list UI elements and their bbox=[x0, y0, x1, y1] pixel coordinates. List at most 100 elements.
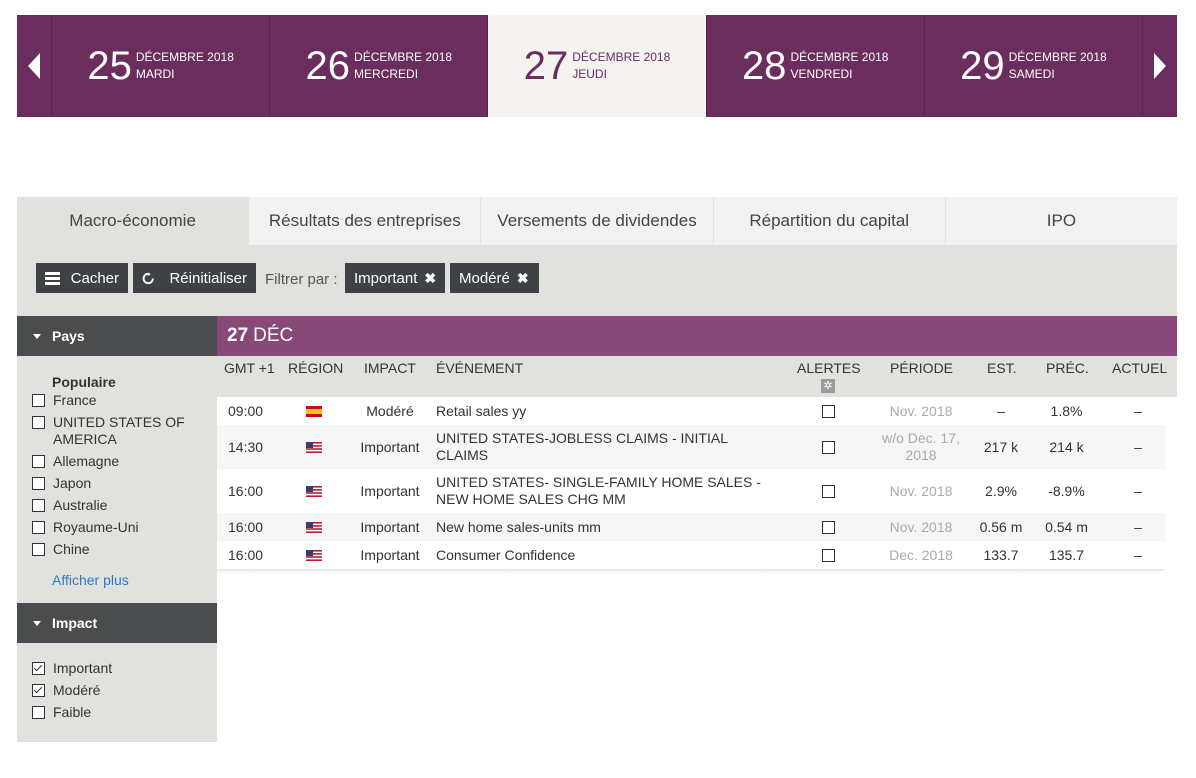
country-label: Japon bbox=[53, 475, 92, 491]
previous-dates-button[interactable] bbox=[17, 15, 52, 117]
date-month: DÉCEMBRE 2018 bbox=[572, 50, 671, 64]
checkbox[interactable] bbox=[32, 416, 45, 429]
us-flag-icon bbox=[306, 469, 322, 513]
country-label: France bbox=[53, 392, 97, 408]
column-header-actual: ACTUEL bbox=[1112, 360, 1168, 376]
date-cell-29[interactable]: 29 DÉCEMBRE 2018 SAMEDI bbox=[925, 15, 1142, 117]
event-estimate: 133.7 bbox=[983, 547, 1019, 563]
country-checkbox-japon[interactable]: Japon bbox=[17, 475, 217, 492]
hide-button[interactable]: Cacher bbox=[36, 263, 128, 293]
event-impact: Modéré bbox=[366, 403, 414, 419]
impact-checkbox-faible[interactable]: Faible bbox=[17, 704, 217, 721]
impact-checkbox-modere[interactable]: Modéré bbox=[17, 682, 217, 699]
table-row[interactable]: 14:30 Important UNITED STATES-JOBLESS CL… bbox=[217, 425, 1165, 469]
date-cell-25[interactable]: 25 DÉCEMBRE 2018 MARDI bbox=[52, 15, 271, 117]
refresh-icon bbox=[142, 271, 154, 284]
day-header: 27 DÉC bbox=[217, 316, 1177, 356]
category-tabs: Macro-économie Résultats des entreprises… bbox=[17, 197, 1177, 245]
date-cell-28[interactable]: 28 DÉCEMBRE 2018 VENDREDI bbox=[707, 15, 925, 117]
alert-checkbox[interactable] bbox=[822, 425, 835, 469]
event-period: Nov. 2018 bbox=[889, 519, 953, 535]
checkbox[interactable] bbox=[32, 477, 45, 490]
checkbox[interactable] bbox=[32, 394, 45, 407]
event-name: UNITED STATES- SINGLE-FAMILY HOME SALES … bbox=[436, 474, 761, 507]
day-month: DÉC bbox=[253, 325, 294, 346]
column-header-time: GMT +1 bbox=[224, 360, 275, 376]
country-section-header[interactable]: Pays bbox=[17, 316, 217, 356]
checkbox[interactable] bbox=[32, 684, 45, 697]
event-previous: -8.9% bbox=[1048, 483, 1085, 499]
hide-button-label: Cacher bbox=[70, 269, 119, 287]
table-row[interactable]: 09:00 Modéré Retail sales yy Nov. 2018 –… bbox=[217, 397, 1165, 425]
table-row[interactable]: 16:00 Important UNITED STATES- SINGLE-FA… bbox=[217, 469, 1165, 513]
column-header-period: PÉRIODE bbox=[890, 360, 954, 376]
checkbox[interactable] bbox=[32, 706, 45, 719]
close-icon[interactable]: ✖ bbox=[424, 270, 436, 287]
date-month: DÉCEMBRE 2018 bbox=[135, 50, 234, 64]
column-header-alerts: ALERTES ✲ bbox=[797, 360, 861, 393]
country-checkbox-royaume-uni[interactable]: Royaume-Uni bbox=[17, 519, 217, 536]
event-estimate: 2.9% bbox=[985, 483, 1017, 499]
next-dates-button[interactable] bbox=[1142, 15, 1177, 117]
arrow-right-icon bbox=[1154, 53, 1167, 79]
spain-flag-icon bbox=[306, 397, 322, 425]
day-number: 27 bbox=[227, 325, 249, 346]
impact-checkbox-important[interactable]: Important bbox=[17, 660, 217, 677]
country-checkbox-france[interactable]: France bbox=[17, 392, 217, 409]
event-actual: – bbox=[1134, 547, 1142, 563]
event-estimate: 0.56 m bbox=[979, 519, 1023, 535]
tab-resultats-entreprises[interactable]: Résultats des entreprises bbox=[249, 197, 482, 245]
event-time: 09:00 bbox=[228, 403, 264, 419]
event-period: Nov. 2018 bbox=[889, 403, 953, 419]
date-day: 25 bbox=[87, 44, 132, 88]
date-weekday: SAMEDI bbox=[1008, 67, 1055, 81]
event-time: 14:30 bbox=[228, 439, 264, 455]
close-icon[interactable]: ✖ bbox=[517, 270, 529, 287]
event-previous: 1.8% bbox=[1050, 403, 1083, 419]
tab-versements-dividendes[interactable]: Versements de dividendes bbox=[481, 197, 714, 245]
event-name: New home sales-units mm bbox=[436, 519, 601, 535]
column-header-event: ÉVÉNEMENT bbox=[436, 360, 524, 376]
tab-ipo[interactable]: IPO bbox=[946, 197, 1177, 245]
chip-label: Modéré bbox=[459, 269, 510, 287]
alert-checkbox[interactable] bbox=[822, 469, 835, 513]
date-day: 27 bbox=[523, 44, 569, 88]
filter-chip-modere[interactable]: Modéré ✖ bbox=[450, 263, 539, 293]
checkbox[interactable] bbox=[32, 521, 45, 534]
alert-checkbox[interactable] bbox=[822, 541, 835, 569]
event-time: 16:00 bbox=[228, 547, 264, 563]
reset-button[interactable]: Réinitialiser bbox=[133, 263, 256, 293]
event-name: UNITED STATES-JOBLESS CLAIMS - INITIAL C… bbox=[436, 430, 728, 463]
table-row[interactable]: 16:00 Important New home sales-units mm … bbox=[217, 513, 1165, 541]
event-previous: 135.7 bbox=[1048, 547, 1085, 563]
us-flag-icon bbox=[306, 541, 322, 569]
filter-bar: Cacher Réinitialiser Filtrer par : Impor… bbox=[17, 245, 1177, 316]
country-label: UNITED STATES OF AMERICA bbox=[53, 414, 185, 447]
date-cell-26[interactable]: 26 DÉCEMBRE 2018 MERCREDI bbox=[270, 15, 489, 117]
event-estimate: 217 k bbox=[983, 439, 1019, 455]
date-cell-27[interactable]: 27 DÉCEMBRE 2018 JEUDI bbox=[488, 15, 707, 117]
alert-checkbox[interactable] bbox=[822, 397, 835, 425]
date-strip: 25 DÉCEMBRE 2018 MARDI 26 DÉCEMBRE 2018 ME… bbox=[17, 15, 1177, 117]
checkbox[interactable] bbox=[32, 499, 45, 512]
tab-macro-economie[interactable]: Macro-économie bbox=[17, 197, 250, 245]
country-label: Allemagne bbox=[53, 453, 120, 469]
event-impact: Important bbox=[360, 519, 420, 535]
filter-chip-important[interactable]: Important ✖ bbox=[345, 263, 445, 293]
country-checkbox-usa[interactable]: UNITED STATES OF AMERICA bbox=[17, 414, 217, 448]
filter-sidebar: Pays Populaire France UNITED STATES OF A… bbox=[17, 316, 217, 742]
country-checkbox-australie[interactable]: Australie bbox=[17, 497, 217, 514]
checkbox[interactable] bbox=[32, 543, 45, 556]
show-more-link[interactable]: Afficher plus bbox=[17, 572, 217, 588]
tab-repartition-capital[interactable]: Répartition du capital bbox=[714, 197, 946, 245]
impact-label: Faible bbox=[53, 704, 92, 720]
country-checkbox-allemagne[interactable]: Allemagne bbox=[17, 453, 217, 470]
checkbox[interactable] bbox=[32, 455, 45, 468]
event-previous: 214 k bbox=[1049, 439, 1084, 455]
table-row[interactable]: 16:00 Important Consumer Confidence Dec.… bbox=[217, 541, 1165, 569]
impact-section-header[interactable]: Impact bbox=[17, 603, 217, 643]
gear-icon[interactable]: ✲ bbox=[821, 379, 835, 393]
checkbox[interactable] bbox=[32, 662, 45, 675]
country-checkbox-chine[interactable]: Chine bbox=[17, 541, 217, 558]
alert-checkbox[interactable] bbox=[822, 513, 835, 541]
